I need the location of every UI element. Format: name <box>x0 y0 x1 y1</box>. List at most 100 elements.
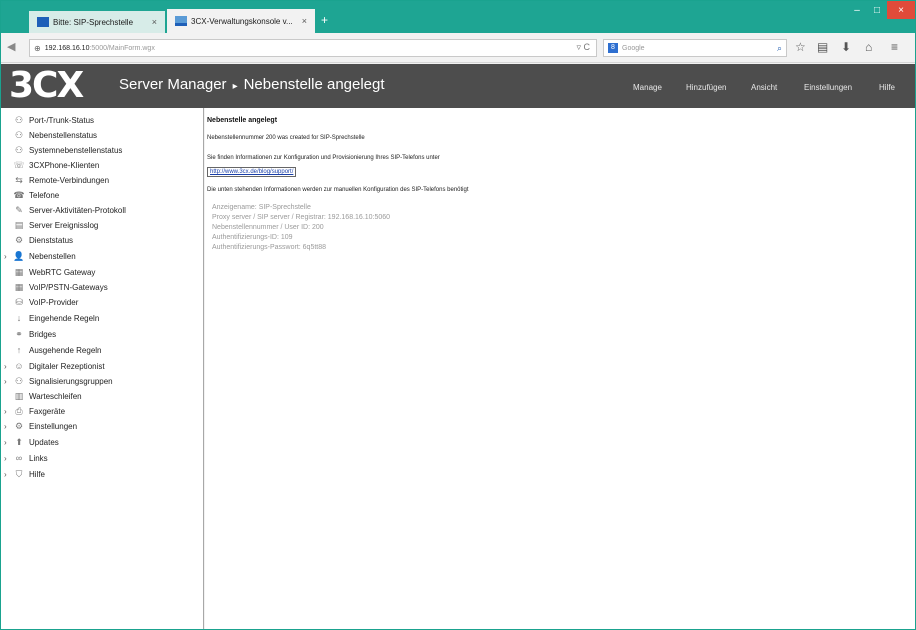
sidebar-item-label: Hilfe <box>29 469 46 479</box>
sidebar-item-server-aktivitaeten-protokoll[interactable]: ✎ Server-Aktivitäten-Protokoll <box>13 203 126 217</box>
sidebar-item-links[interactable]: › ∞ Links <box>4 451 48 465</box>
address-bar[interactable]: ⊕ 192.168.16.10 :5000/MainForm.wgx ▿ C <box>29 39 597 57</box>
tab-close-icon[interactable]: × <box>152 17 157 27</box>
fax-icon: ⎙ <box>15 405 23 416</box>
app-header: 3CX Server Manager ▸ Nebenstelle angelegt … <box>1 64 915 108</box>
event-log-icon: ▤ <box>14 219 24 230</box>
manual-config-info: Die unten stehenden Informationen werden… <box>207 187 469 193</box>
expand-chevron-icon[interactable]: › <box>4 407 7 416</box>
bridge-icon: ⚭ <box>15 328 23 339</box>
sidebar-item-label: Einstellungen <box>29 421 78 431</box>
receptionist-icon: ☺ <box>14 361 24 371</box>
support-link[interactable]: http://www.3cx.de/blog/support/ <box>207 167 297 177</box>
search-box[interactable]: 8 Google ⌕ <box>603 39 787 57</box>
search-engine-icon[interactable]: 8 <box>608 43 618 53</box>
sidebar-item-label: WebRTC Gateway <box>29 267 96 277</box>
menu-einstellungen[interactable]: Einstellungen <box>804 83 852 92</box>
site-info-icon[interactable]: ⊕ <box>34 44 41 53</box>
minimize-button[interactable]: – <box>847 1 867 19</box>
back-arrow-icon[interactable]: ◀ <box>7 40 15 53</box>
sidebar-item-einstellungen[interactable]: › ⚙ Einstellungen <box>4 419 78 433</box>
tab-close-icon[interactable]: × <box>302 16 307 26</box>
menu-hamburger-icon[interactable]: ≡ <box>891 40 898 54</box>
arrow-down-icon: ↓ <box>16 313 22 323</box>
tab-label: Bitte: SIP-Sprechstelle <box>53 17 134 27</box>
page-favicon-icon <box>37 17 49 27</box>
url-path: :5000/MainForm.wgx <box>89 44 155 52</box>
browser-titlebar: Bitte: SIP-Sprechstelle × 3CX-Verwaltung… <box>1 1 915 33</box>
sidebar-item-label: VoIP-Provider <box>29 297 79 307</box>
tab-3cx-console[interactable]: 3CX-Verwaltungskonsole v... × <box>167 9 315 33</box>
sidebar-item-label: Server-Aktivitäten-Protokoll <box>29 205 126 215</box>
sidebar-item-remote-verbindungen[interactable]: ⇆ Remote-Verbindungen <box>13 173 109 187</box>
sidebar-item-nebenstellen[interactable]: › 👤 Nebenstellen <box>4 249 76 263</box>
sidebar-item-label: Ausgehende Regeln <box>29 345 102 355</box>
sidebar-item-systemnebenstellenstatus[interactable]: ⚇ Systemnebenstellenstatus <box>13 143 122 157</box>
maximize-button[interactable]: □ <box>867 1 887 19</box>
sidebar-item-updates[interactable]: › ⬆ Updates <box>4 435 59 449</box>
sidebar-item-server-ereignisslog[interactable]: ▤ Server Ereignisslog <box>13 218 99 232</box>
sidebar-item-bridges[interactable]: ⚭ Bridges <box>13 327 56 341</box>
reload-icon[interactable]: ▿ C <box>576 42 590 53</box>
sidebar-item-label: Dienststatus <box>29 235 74 245</box>
queue-icon: ▥ <box>14 390 24 401</box>
system-users-icon: ⚇ <box>14 144 24 155</box>
sidebar-item-label: Links <box>29 453 48 463</box>
new-tab-button[interactable]: + <box>321 13 328 27</box>
sidebar: ⚇ Port-/Trunk-Status ⚇ Nebenstellenstatus … <box>1 108 204 629</box>
arrow-up-icon: ↑ <box>16 345 22 355</box>
expand-chevron-icon[interactable]: › <box>4 438 7 447</box>
menu-manage[interactable]: Manage <box>633 83 662 92</box>
activity-log-icon: ✎ <box>15 204 23 215</box>
breadcrumb-arrow-icon: ▸ <box>232 81 238 92</box>
sidebar-item-label: Server Ereignisslog <box>29 220 99 230</box>
detail-auth-id: Authentifizierungs-ID: 109 <box>212 234 293 241</box>
sidebar-item-voip-provider[interactable]: ⛁ VoIP-Provider <box>13 295 78 309</box>
expand-chevron-icon[interactable]: › <box>4 362 7 371</box>
bookmark-star-icon[interactable]: ☆ <box>795 40 806 54</box>
expand-chevron-icon[interactable]: › <box>4 422 7 431</box>
page-name: Nebenstelle angelegt <box>243 76 385 93</box>
menu-hilfe[interactable]: Hilfe <box>879 83 895 92</box>
menu-hinzufuegen[interactable]: Hinzufügen <box>686 83 726 92</box>
tab-sip-sprechstelle[interactable]: Bitte: SIP-Sprechstelle × <box>29 11 165 33</box>
sidebar-item-hilfe[interactable]: › ⛉ Hilfe <box>4 467 46 481</box>
sidebar-item-webrtc-gateway[interactable]: ▦ WebRTC Gateway <box>13 265 96 279</box>
bookmarks-list-icon[interactable]: ▤ <box>817 40 828 54</box>
sidebar-item-eingehende-regeln[interactable]: ↓ Eingehende Regeln <box>13 311 100 325</box>
sidebar-item-port-trunk-status[interactable]: ⚇ Port-/Trunk-Status <box>13 113 94 127</box>
content-heading: Nebenstelle angelegt <box>207 117 278 124</box>
sidebar-item-label: Faxgeräte <box>29 406 66 416</box>
sidebar-item-dienststatus[interactable]: ⚙ Dienststatus <box>13 233 73 247</box>
phone-icon: ☎ <box>13 189 25 200</box>
sidebar-item-signalisierungsgruppen[interactable]: › ⚇ Signalisierungsgruppen <box>4 374 113 388</box>
app-title: Server Manager <box>119 76 227 93</box>
menu-ansicht[interactable]: Ansicht <box>751 83 777 92</box>
expand-chevron-icon[interactable]: › <box>4 252 7 261</box>
search-placeholder: Google <box>622 44 645 52</box>
provisioning-info: Sie finden Informationen zur Konfigurati… <box>207 155 440 161</box>
sidebar-item-voip-pstn-gateways[interactable]: ▦ VoIP/PSTN-Gateways <box>13 280 108 294</box>
detail-display-name: Anzeigename: SIP-Sprechstelle <box>212 204 311 211</box>
sidebar-item-warteschleifen[interactable]: ▥ Warteschleifen <box>13 389 82 403</box>
sidebar-item-label: Digitaler Rezeptionist <box>29 361 105 371</box>
browser-window: Bitte: SIP-Sprechstelle × 3CX-Verwaltung… <box>0 0 916 630</box>
browser-navbar: ◀ ⊕ 192.168.16.10 :5000/MainForm.wgx ▿ C… <box>1 33 915 63</box>
sidebar-item-3cxphone-klienten[interactable]: ☏ 3CXPhone-Klienten <box>13 158 99 172</box>
home-icon[interactable]: ⌂ <box>865 40 872 54</box>
sidebar-item-label: Port-/Trunk-Status <box>29 115 95 125</box>
sidebar-item-telefone[interactable]: ☎ Telefone <box>13 188 59 202</box>
sidebar-item-ausgehende-regeln[interactable]: ↑ Ausgehende Regeln <box>13 343 102 357</box>
sidebar-item-nebenstellenstatus[interactable]: ⚇ Nebenstellenstatus <box>13 128 97 142</box>
detail-extension-number: Nebenstellennummer / User ID: 200 <box>212 224 324 231</box>
3cx-logo: 3CX <box>9 65 84 106</box>
expand-chevron-icon[interactable]: › <box>4 377 7 386</box>
sidebar-item-faxgeraete[interactable]: › ⎙ Faxgeräte <box>4 404 66 418</box>
sidebar-item-label: VoIP/PSTN-Gateways <box>29 282 108 292</box>
expand-chevron-icon[interactable]: › <box>4 470 7 479</box>
download-icon[interactable]: ⬇ <box>841 40 851 54</box>
close-window-button[interactable]: × <box>887 1 915 19</box>
expand-chevron-icon[interactable]: › <box>4 454 7 463</box>
sidebar-item-digitaler-rezeptionist[interactable]: › ☺ Digitaler Rezeptionist <box>4 359 105 373</box>
search-icon[interactable]: ⌕ <box>777 43 782 54</box>
